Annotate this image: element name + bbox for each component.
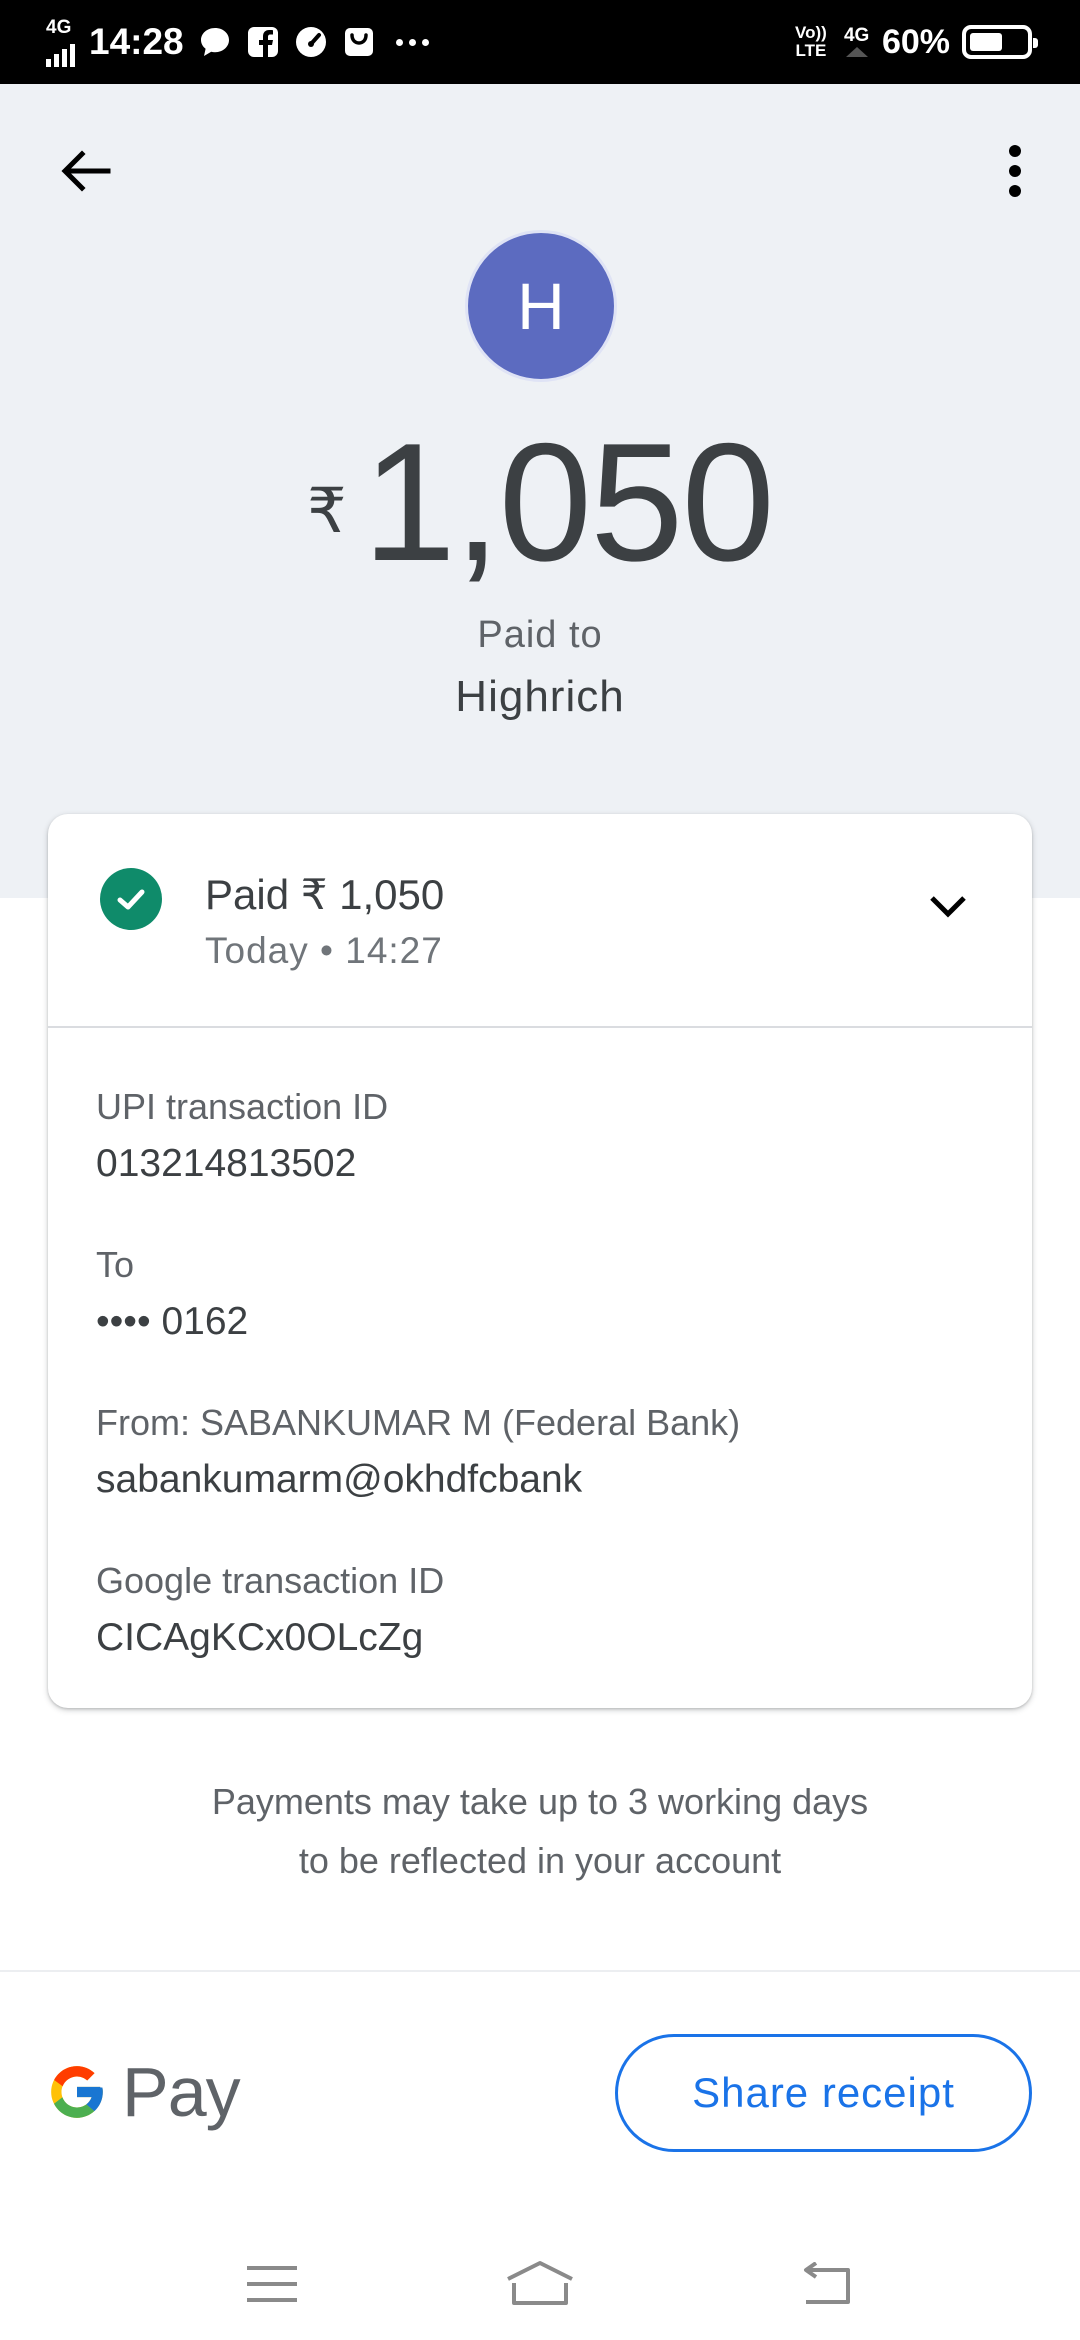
upi-transaction-id: UPI transaction ID 013214813502 bbox=[96, 1086, 388, 1186]
expand-button[interactable] bbox=[918, 876, 978, 936]
google-transaction-id: Google transaction ID CICAgKCx0OLcZg bbox=[96, 1560, 444, 1660]
home-button[interactable] bbox=[500, 2254, 580, 2314]
currency-symbol: ₹ bbox=[307, 477, 347, 546]
chat-icon bbox=[198, 25, 232, 59]
more-notifications-icon bbox=[395, 38, 429, 46]
processing-note: Payments may take up to 3 working days t… bbox=[0, 1772, 1080, 1890]
cell-signal-icon: 4G bbox=[46, 18, 75, 67]
network-type-right: 4G bbox=[843, 24, 870, 46]
more-vert-icon bbox=[1009, 145, 1021, 197]
from-account: From: SABANKUMAR M (Federal Bank) sabank… bbox=[96, 1402, 740, 1502]
speedometer-icon bbox=[294, 25, 328, 59]
payee-name: Highrich bbox=[455, 672, 625, 721]
chevron-down-icon bbox=[930, 896, 966, 918]
menu-icon bbox=[247, 2266, 297, 2302]
avatar: H bbox=[465, 230, 617, 382]
battery-icon bbox=[962, 25, 1038, 59]
note-line-1: Payments may take up to 3 working days bbox=[211, 1781, 869, 1822]
back-arrow-icon bbox=[61, 150, 111, 192]
paid-to-label: Paid to bbox=[477, 614, 603, 656]
detail-value: 013214813502 bbox=[96, 1142, 357, 1185]
detail-label: To bbox=[96, 1244, 135, 1285]
more-options-button[interactable] bbox=[980, 136, 1050, 206]
battery-percent: 60% bbox=[881, 22, 950, 61]
transaction-summary[interactable]: Paid ₹ 1,050 Today • 14:27 bbox=[48, 814, 1032, 1028]
shopping-bag-icon bbox=[342, 25, 376, 59]
transaction-card: Paid ₹ 1,050 Today • 14:27 UPI transacti… bbox=[48, 814, 1032, 1708]
system-nav-bar bbox=[0, 2230, 1080, 2340]
to-account: To •••• 0162 bbox=[96, 1244, 248, 1344]
payment-date: Today • 14:27 bbox=[205, 930, 443, 971]
gpay-logo-text: Pay bbox=[122, 2053, 241, 2131]
menu-button[interactable] bbox=[232, 2254, 312, 2314]
volte-indicator: Vo)) LTE bbox=[795, 23, 827, 60]
detail-label: Google transaction ID bbox=[96, 1560, 445, 1601]
share-receipt-button[interactable]: Share receipt bbox=[615, 2034, 1032, 2152]
detail-value: sabankumarm@okhdfcbank bbox=[96, 1458, 583, 1501]
facebook-icon bbox=[246, 25, 280, 59]
check-circle-icon bbox=[100, 868, 162, 930]
back-nav-button[interactable] bbox=[786, 2254, 866, 2314]
detail-label: UPI transaction ID bbox=[96, 1086, 389, 1127]
network-type: 4G bbox=[46, 16, 72, 38]
note-line-2: to be reflected in your account bbox=[298, 1840, 782, 1881]
google-g-icon bbox=[51, 2066, 103, 2118]
detail-value: •••• 0162 bbox=[96, 1300, 249, 1343]
home-icon bbox=[507, 2261, 573, 2305]
back-button[interactable] bbox=[50, 136, 120, 206]
status-bar: 4G 14:28 Vo)) LTE 4G 60% bbox=[0, 0, 1080, 84]
payment-status: Paid ₹ 1,050 bbox=[205, 871, 445, 918]
detail-value: CICAgKCx0OLcZg bbox=[96, 1616, 424, 1659]
detail-label: From: SABANKUMAR M (Federal Bank) bbox=[96, 1402, 741, 1443]
amount: ₹ 1,050 bbox=[0, 418, 1080, 586]
gpay-logo: Pay bbox=[46, 2052, 241, 2132]
back-nav-icon bbox=[804, 2262, 850, 2304]
divider bbox=[0, 1970, 1080, 1972]
cell-signal-right-icon: 4G bbox=[844, 26, 870, 59]
amount-value: 1,050 bbox=[362, 408, 775, 596]
clock: 14:28 bbox=[89, 21, 184, 62]
